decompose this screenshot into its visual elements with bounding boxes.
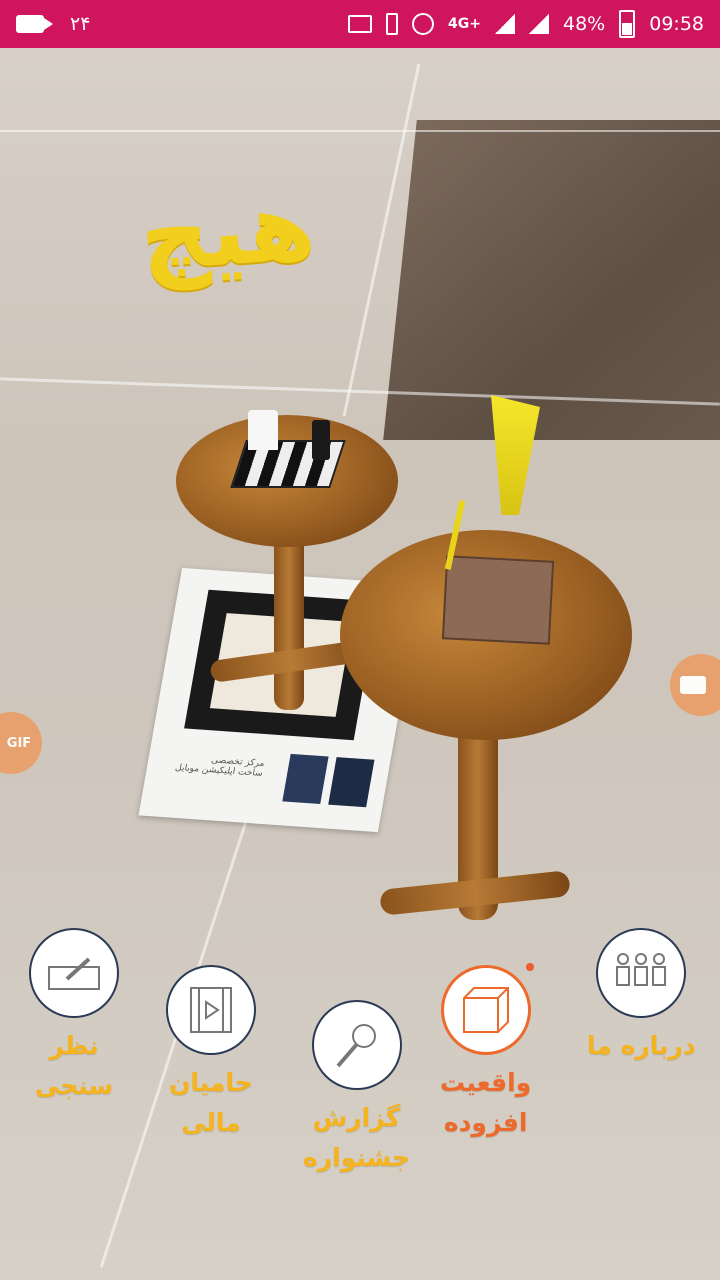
video-play-icon bbox=[190, 987, 232, 1033]
festival-report-button[interactable] bbox=[311, 1000, 402, 1090]
menu-label: نظر سنجی bbox=[35, 1026, 113, 1106]
alarm-icon bbox=[412, 13, 435, 35]
status-right: 4G+ 48% 09:58 bbox=[348, 10, 704, 38]
menu-label: واقعیت افزوده bbox=[440, 1063, 531, 1143]
notification-count: ۲۴ bbox=[70, 13, 91, 35]
company-logo bbox=[282, 753, 329, 805]
about-us-button[interactable] bbox=[596, 928, 687, 1018]
chess-pieces-white bbox=[248, 410, 278, 450]
chess-pieces-black bbox=[312, 420, 330, 460]
edit-pencil-icon bbox=[48, 957, 100, 990]
menu-item-sponsors[interactable]: حامیان مالی bbox=[166, 965, 256, 1143]
people-group-icon bbox=[616, 953, 667, 986]
network-type: 4G+ bbox=[448, 16, 481, 32]
status-bar: ۲۴ 4G+ 48% 09:58 bbox=[0, 0, 720, 48]
menu-label-line: جشنواره bbox=[303, 1143, 411, 1172]
menu-label-line: حامیان bbox=[169, 1068, 253, 1097]
gif-label: GIF bbox=[6, 735, 32, 751]
vibrate-icon bbox=[386, 13, 399, 35]
status-left: ۲۴ bbox=[16, 13, 90, 35]
menu-label-line: درباره ما bbox=[587, 1031, 696, 1060]
sponsors-button[interactable] bbox=[166, 965, 256, 1055]
menu-label: درباره ما bbox=[587, 1026, 696, 1066]
menu-item-festival-report[interactable]: گزارش جشنواره bbox=[303, 1000, 410, 1178]
paper-text: مرکز تخصصی ساخت اپلیکیشن موبایل bbox=[174, 753, 265, 779]
battery-icon bbox=[619, 10, 636, 38]
menu-item-about-us[interactable]: درباره ما bbox=[587, 928, 696, 1066]
company-logo bbox=[328, 757, 375, 808]
microphone-icon bbox=[336, 1024, 376, 1068]
table-leg bbox=[274, 520, 304, 710]
battery-percent: 48% bbox=[563, 13, 606, 35]
menu-label-line: مالی bbox=[181, 1108, 241, 1137]
menu-label-line: گزارش bbox=[312, 1103, 401, 1132]
floor-seam bbox=[0, 130, 720, 132]
clock: 09:58 bbox=[649, 13, 704, 35]
cast-icon bbox=[348, 15, 373, 33]
gramophone-box bbox=[441, 555, 555, 645]
menu-label-line: سنجی bbox=[34, 1071, 114, 1100]
active-indicator-dot bbox=[526, 963, 534, 971]
menu-label: حامیان مالی bbox=[169, 1063, 253, 1143]
menu-item-survey[interactable]: نظر سنجی bbox=[29, 928, 119, 1106]
menu-label-line: واقعیت bbox=[440, 1068, 532, 1097]
video-camera-icon bbox=[680, 676, 706, 694]
augmented-reality-button[interactable] bbox=[440, 965, 531, 1055]
ar-title-word: هیچ bbox=[136, 169, 319, 293]
ar-cube-icon bbox=[462, 987, 509, 1033]
menu-label-line: نظر bbox=[49, 1031, 99, 1060]
menu-label: گزارش جشنواره bbox=[303, 1098, 410, 1178]
menu-label-line: افزوده bbox=[443, 1108, 528, 1137]
menu-item-augmented-reality[interactable]: واقعیت افزوده bbox=[440, 963, 534, 1143]
video-recording-icon bbox=[16, 15, 53, 33]
gif-camera-icon: GIF bbox=[7, 736, 31, 751]
signal-icon bbox=[495, 14, 515, 34]
signal-icon bbox=[529, 14, 549, 34]
survey-button[interactable] bbox=[29, 928, 119, 1018]
